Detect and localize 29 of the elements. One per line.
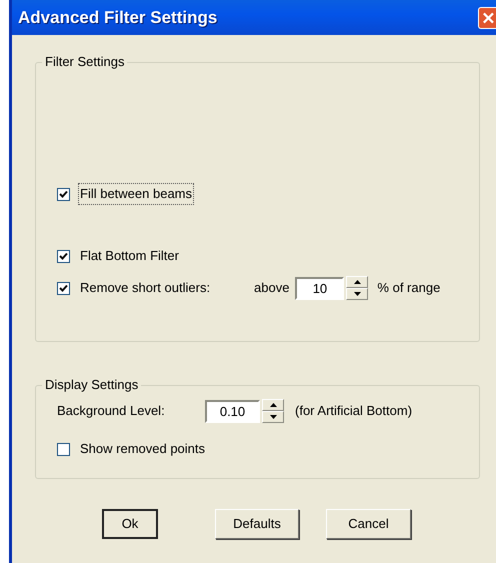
checkbox-label[interactable]: Flat Bottom Filter — [78, 245, 181, 267]
close-icon[interactable] — [478, 6, 496, 28]
label-text: (for Artificial Bottom) — [295, 402, 412, 420]
number-field[interactable]: 0.10 — [205, 400, 260, 422]
checkbox-label[interactable]: Fill between beams — [78, 183, 194, 205]
spin-up-button[interactable] — [262, 399, 284, 411]
group-title: Display Settings — [42, 377, 142, 393]
dialog-button[interactable]: Defaults — [215, 509, 299, 539]
spin-down-button[interactable] — [262, 411, 284, 423]
group-title: Filter Settings — [42, 54, 128, 70]
label-text: % of range — [377, 279, 440, 298]
spin-down-button[interactable] — [346, 288, 368, 300]
number-field[interactable]: 10 — [295, 276, 344, 300]
label-text: Background Level: — [57, 402, 166, 420]
down-arrow-icon — [354, 292, 361, 296]
up-arrow-icon — [354, 280, 361, 284]
down-arrow-icon — [270, 415, 276, 419]
window-title: Advanced Filter Settings — [18, 6, 218, 29]
checkbox-label[interactable]: Remove short outliers: — [78, 277, 246, 299]
checkbox[interactable] — [57, 442, 70, 456]
checkbox[interactable] — [57, 282, 70, 294]
label-text: above — [254, 279, 290, 298]
dialog-button[interactable]: Cancel — [326, 509, 411, 539]
spin-up-button[interactable] — [346, 276, 368, 288]
checkbox[interactable] — [57, 250, 70, 262]
dialog-button[interactable]: Ok — [102, 509, 158, 539]
up-arrow-icon — [270, 403, 276, 407]
checkbox-label[interactable]: Show removed points — [78, 438, 208, 460]
checkbox[interactable] — [57, 188, 70, 200]
